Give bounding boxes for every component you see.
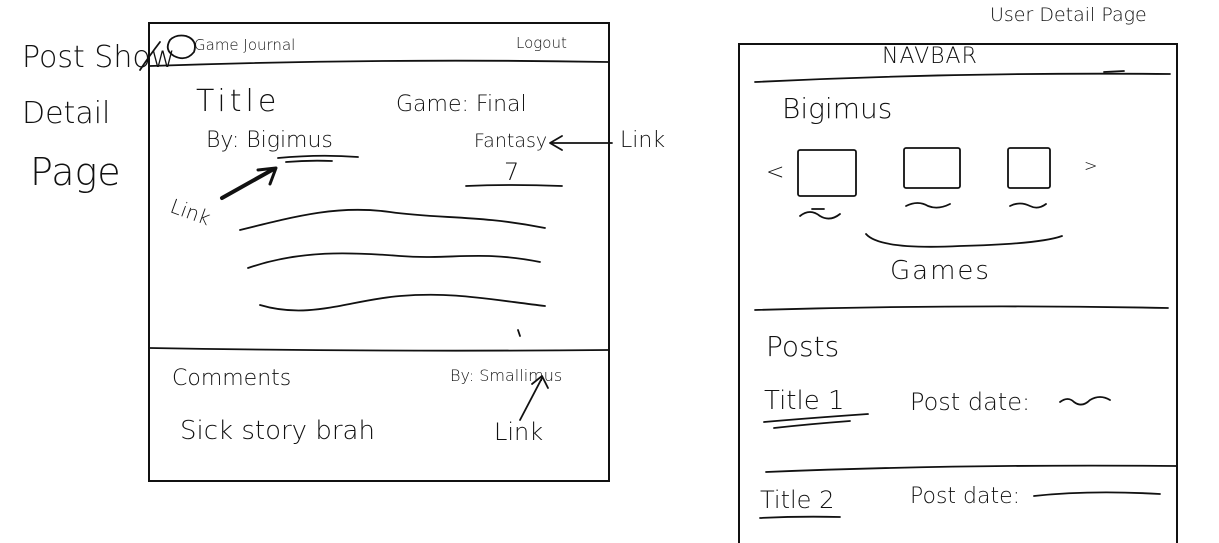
games-label: Games [890,256,991,286]
game-thumbnail-1 [797,149,857,197]
posts-heading: Posts [766,330,840,363]
game-caption-2 [905,202,951,209]
post-2-title-link[interactable]: Title 2 [760,486,834,514]
user-name: Bigimus [782,92,893,125]
post-1-date-squiggle [1059,396,1111,406]
games-divider [754,305,1169,311]
carousel-prev-button[interactable]: < [766,160,784,185]
post-2-date-line [1033,491,1161,497]
carousel-next-button[interactable]: > [1084,156,1097,175]
navbar-underline [754,72,1171,83]
game-caption-3 [1009,202,1047,209]
game-thumbnail-2 [903,147,961,189]
post-1-date-label: Post date: [910,388,1031,416]
post-2-underline [759,515,841,519]
posts-divider [765,464,1177,473]
navbar-label: NAVBAR [882,44,978,69]
post-2-date-label: Post date: [910,484,1021,509]
post-1-title-link[interactable]: Title 1 [764,386,845,416]
games-brace [865,233,1063,248]
right-sketch-strokes [754,70,1177,519]
game-caption-1 [799,211,841,220]
game-thumbnail-3 [1007,147,1051,189]
